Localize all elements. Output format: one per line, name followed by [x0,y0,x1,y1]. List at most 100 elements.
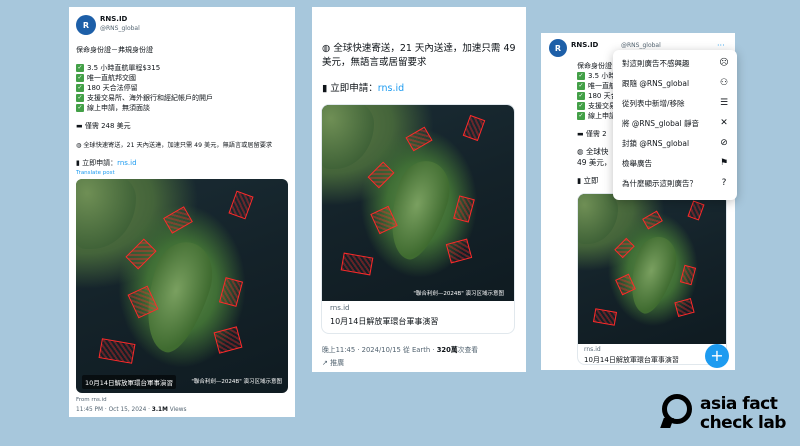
drill-zone [679,264,697,286]
mute-icon: ✕ [720,118,728,128]
list-icon: ☰ [719,98,729,108]
link-card[interactable]: "聯合利劍—2024B" 演习区域示意图 rns.id 10月14日解放軍環台軍… [321,104,515,334]
from-source[interactable]: From rns.id [76,397,107,403]
drill-zone [592,308,618,326]
map-image[interactable]: "聯合利劍—2024B" 演习区域示意图 10月14日解放軍環台軍事演習 [76,179,288,393]
check-line-5: ✓ 線上申請，無須面談 [76,104,150,112]
menu-item-report[interactable]: 檢舉廣告 ⚑ [613,153,737,173]
shipping-line-1: ◍ 全球快 [577,147,609,156]
views-count: 3.1M [151,407,168,413]
menu-item-label: 為什麼顯示這則廣告？ [622,178,697,188]
check-icon: ✓ [76,104,84,112]
apply-line: ▮ 立即 [577,176,599,185]
compose-button[interactable]: + [705,344,729,368]
check-line-2: ✓ 唯一直航邦交國 [76,74,136,82]
drill-zone [674,298,695,317]
more-icon[interactable]: ··· [717,41,725,50]
menu-item-block[interactable]: 封鎖 @RNS_global ⊘ [613,133,737,153]
author-name[interactable]: RNS.ID [571,41,598,49]
map-caption: "聯合利劍—2024B" 演习区域示意图 [413,291,504,297]
menu-item-not-interested[interactable]: 對這則廣告不感興趣 ☹ [613,53,737,73]
drill-zone [405,126,433,152]
card-icon: ▬ [76,122,85,130]
author-handle[interactable]: @RNS_global [621,42,661,49]
tweet-panel-desktop: R RNS.ID @RNS_global 保命身份證－弗規身份證 ✓ 3.5 小時… [69,7,295,417]
check-icon: ✓ [76,74,84,82]
map-image [578,194,726,344]
mainland [578,194,618,244]
globe-icon: ◍ [577,147,586,156]
menu-item-label: 對這則廣告不感興趣 [622,58,690,68]
logo-line-2: check lab [700,413,786,433]
drill-zone [453,195,475,223]
drill-zone [687,200,705,221]
drill-zone [213,326,243,354]
phone-icon: ▮ [322,83,331,94]
drill-zone [98,338,136,364]
shipping-line: ◍ 全球快速寄送，21 天內送達，加速只需 49 美元，無語言或居留要求 [76,142,273,149]
author-name[interactable]: RNS.ID [100,15,127,23]
drill-zone [218,277,244,307]
shipping-line-1: ◍ 全球快速寄送，21 天內送達，加速只需 49 [322,43,516,54]
check-line-3: ✓ 180 天合 [577,92,618,100]
price-line: ▬ 僅需 248 美元 [76,122,131,130]
card-title: 10月14日解放軍環台軍事演習 [330,317,439,326]
check-line-2: ✓ 唯一直航 [577,82,616,90]
avatar[interactable]: R [549,39,567,57]
check-line-4: ✓ 支援交易 [577,102,616,110]
drill-zone [462,114,486,142]
logo-tail [660,418,674,428]
brand-logo: asia fact check lab [660,392,790,436]
check-line-4: ✓ 支援交易所、海外銀行和經紀帳戶的開戶 [76,94,213,102]
menu-item-why-ad[interactable]: 為什麼顯示這則廣告？ ? [613,173,737,193]
check-icon: ✓ [577,102,585,110]
apply-link[interactable]: rns.id [378,83,404,94]
tweet-panel-mobile: ◍ 全球快速寄送，21 天內送達，加速只需 49 美元，無語言或居留要求 ▮ 立… [312,7,526,372]
map-title: 10月14日解放軍環台軍事演習 [82,375,177,389]
ad-options-menu: 對這則廣告不感興趣 ☹ 跟隨 @RNS_global ⚇ 從列表中新增/移除 ☰… [613,50,737,200]
check-line-5: ✓ 線上申請 [577,112,616,120]
check-line-1: ✓ 3.5 小時直航單程$315 [76,64,161,72]
check-icon: ✓ [76,84,84,92]
menu-item-label: 跟隨 @RNS_global [622,78,690,88]
promoted-icon: ↗ [322,359,331,367]
mainland [322,105,374,169]
check-line-3: ✓ 180 天合法停留 [76,84,138,92]
check-icon: ✓ [577,92,585,100]
drill-zone [367,161,395,189]
price-line: ▬ 僅需 2 [577,130,607,138]
drill-zone [614,237,635,259]
flag-icon: ⚑ [719,158,729,168]
menu-item-label: 從列表中新增/移除 [622,98,685,108]
apply-link[interactable]: rns.id [117,159,136,167]
check-line-1: ✓ 3.5 小時 [577,72,616,80]
menu-item-list[interactable]: 從列表中新增/移除 ☰ [613,93,737,113]
block-icon: ⊘ [720,138,728,148]
check-icon: ✓ [577,112,585,120]
check-icon: ✓ [577,72,585,80]
drill-zone [340,252,374,276]
shipping-line-2: 美元，無語言或居留要求 [322,57,427,68]
translate-link[interactable]: Translate post [76,170,115,176]
drill-zone [228,190,254,220]
logo-line-1: asia fact [700,394,778,414]
check-icon: ✓ [76,64,84,72]
apply-line: ▮ 立即申請：rns.id [76,159,137,167]
globe-icon: ◍ [322,43,334,54]
card-icon: ▬ [577,130,586,138]
shipping-line-2: 49 美元， [577,158,612,167]
mainland [76,179,136,249]
drill-zone [642,210,663,230]
map-caption: "聯合利劍—2024B" 演习区域示意图 [191,379,282,385]
menu-item-mute[interactable]: 將 @RNS_global 靜音 ✕ [613,113,737,133]
menu-item-label: 封鎖 @RNS_global [622,138,690,148]
menu-item-follow[interactable]: 跟隨 @RNS_global ⚇ [613,73,737,93]
author-handle[interactable]: @RNS_global [100,25,140,32]
drill-zone [163,206,193,234]
tweet-meta: 11:45 PM · Oct 15, 2024 · 3.1M Views [76,407,187,413]
avatar[interactable]: R [76,15,96,35]
card-title: 10月14日解放軍環台軍事演習 [584,356,679,364]
tweet-headline: 保命身份證－弗規身份證 [76,46,153,54]
menu-item-label: 將 @RNS_global 靜音 [622,118,699,128]
link-card[interactable]: rns.id 10月14日解放軍環台軍事演習 [577,193,727,365]
